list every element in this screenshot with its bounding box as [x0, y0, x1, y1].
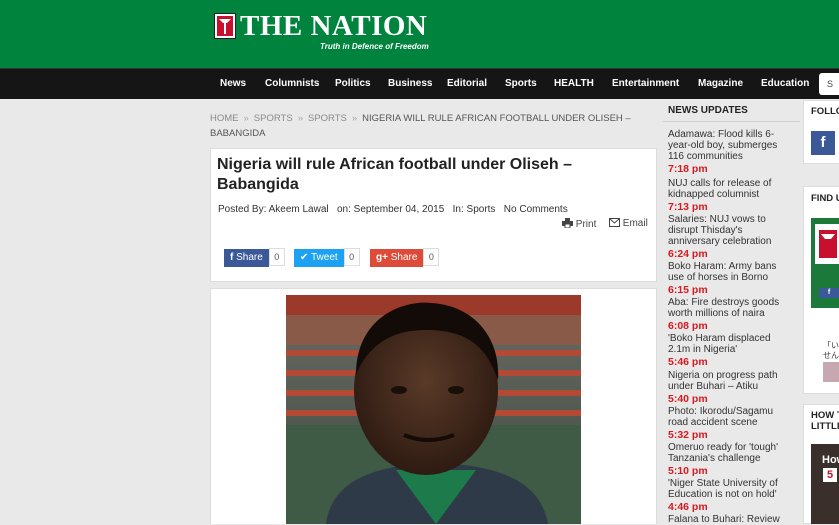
- email-label: Email: [622, 218, 648, 229]
- news-headline[interactable]: NUJ calls for release of kidnapped colum…: [668, 178, 793, 200]
- news-time: 7:13 pm: [668, 201, 708, 213]
- facebook-share-button[interactable]: f Share 0: [224, 248, 285, 267]
- google-plus-share-button[interactable]: g+ Share 0: [370, 248, 440, 267]
- breadcrumb-sports-2[interactable]: SPORTS: [308, 113, 347, 124]
- article-meta: Posted By: Akeem Lawal on: September 04,…: [218, 204, 568, 215]
- google-plus-share-count: 0: [423, 248, 440, 266]
- post-date: on: September 04, 2015: [336, 204, 445, 215]
- news-update-item[interactable]: Adamawa: Flood kills 6-year-old boy, sub…: [668, 129, 793, 175]
- news-time: 5:10 pm: [668, 465, 708, 477]
- profile-thumbnail[interactable]: [823, 362, 839, 382]
- print-label: Print: [575, 219, 597, 230]
- twitter-bird-icon: ✔: [300, 252, 309, 263]
- nav-item-business[interactable]: Business: [388, 69, 432, 99]
- facebook-like-icon[interactable]: f: [819, 288, 839, 298]
- search-input[interactable]: S: [819, 73, 839, 95]
- site-header: THE NATION Truth in Defence of Freedom: [0, 0, 839, 68]
- nav-item-magazine[interactable]: Magazine: [698, 69, 743, 99]
- category-label: In:: [452, 204, 464, 215]
- news-time: 6:15 pm: [668, 284, 708, 296]
- news-updates-title: NEWS UPDATES: [668, 105, 748, 116]
- find-us-title: FIND U: [811, 193, 839, 204]
- nav-item-editorial[interactable]: Editorial: [447, 69, 487, 99]
- twitter-tweet-button[interactable]: ✔ Tweet 0: [294, 248, 360, 267]
- news-time: 5:40 pm: [668, 393, 708, 405]
- news-update-item[interactable]: 'Niger State University of Education is …: [668, 478, 793, 513]
- google-plus-share-label: g+ Share: [370, 249, 424, 267]
- news-time: 5:32 pm: [668, 429, 708, 441]
- author-link[interactable]: Akeem Lawal: [269, 204, 329, 215]
- breadcrumb: HOME» SPORTS» SPORTS» NIGERIA WILL RULE AFR…: [210, 111, 650, 141]
- facebook-share-label: f Share: [224, 249, 269, 267]
- envelope-icon: [609, 218, 623, 229]
- news-headline[interactable]: Photo: Ikorodu/Sagamu road accident scen…: [668, 406, 793, 428]
- chevron-right-icon: »: [297, 113, 303, 124]
- breadcrumb-home[interactable]: HOME: [210, 113, 239, 124]
- follow-us-title: FOLLO: [811, 106, 839, 117]
- nav-item-education[interactable]: Education: [761, 69, 809, 99]
- nav-item-columnists[interactable]: Columnists: [265, 69, 319, 99]
- breadcrumb-sports[interactable]: SPORTS: [254, 113, 293, 124]
- news-time: 5:46 pm: [668, 356, 708, 368]
- nav-item-health[interactable]: HEALTH: [554, 69, 594, 99]
- news-update-item[interactable]: NUJ calls for release of kidnapped colum…: [668, 178, 793, 213]
- tweet-count: 0: [343, 248, 360, 266]
- email-button[interactable]: Email: [609, 218, 648, 229]
- facebook-icon: f: [230, 252, 234, 263]
- news-update-item[interactable]: Boko Haram: Army bans use of horses in B…: [668, 261, 793, 296]
- news-updates-divider: [663, 121, 800, 122]
- nation-logo-icon[interactable]: [214, 13, 236, 39]
- facebook-caption-2: せん: [823, 351, 839, 360]
- facebook-share-count: 0: [268, 248, 285, 266]
- article-title: Nigeria will rule African football under…: [217, 156, 573, 193]
- news-time: 6:08 pm: [668, 320, 708, 332]
- print-button[interactable]: Print: [562, 218, 596, 230]
- main-nav: News Columnists Politics Business Editor…: [0, 68, 839, 99]
- video-widget-title: HOW T: [811, 410, 839, 421]
- news-update-item[interactable]: 'Boko Haram displaced 2.1m in Nigeria' 5…: [668, 333, 793, 368]
- news-headline[interactable]: Falana to Buhari: Review: [668, 514, 793, 525]
- nav-item-sports[interactable]: Sports: [505, 69, 537, 99]
- site-tagline: Truth in Defence of Freedom: [320, 42, 429, 51]
- news-update-item[interactable]: Nigeria on progress path under Buhari – …: [668, 370, 793, 405]
- category-link[interactable]: Sports: [467, 204, 496, 215]
- news-headline[interactable]: 'Niger State University of Education is …: [668, 478, 793, 500]
- news-headline[interactable]: Salaries: NUJ vows to disrupt Thisday's …: [668, 214, 793, 247]
- nav-item-politics[interactable]: Politics: [335, 69, 371, 99]
- news-headline[interactable]: Adamawa: Flood kills 6-year-old boy, sub…: [668, 129, 793, 162]
- nav-item-news[interactable]: News: [220, 69, 246, 99]
- news-headline[interactable]: 'Boko Haram displaced 2.1m in Nigeria': [668, 333, 793, 355]
- chevron-right-icon: »: [351, 113, 358, 124]
- news-update-item[interactable]: Photo: Ikorodu/Sagamu road accident scen…: [668, 406, 793, 441]
- news-update-item[interactable]: Omeruo ready for 'tough' Tanzania's chal…: [668, 442, 793, 477]
- facebook-icon[interactable]: f: [811, 131, 835, 155]
- video-thumbnail[interactable]: How 5: [811, 444, 839, 524]
- tweet-label: ✔ Tweet: [294, 249, 344, 267]
- chevron-right-icon: »: [243, 113, 249, 124]
- video-thumbnail-number: 5: [823, 468, 837, 482]
- news-time: 4:46 pm: [668, 501, 708, 513]
- article-photo[interactable]: [286, 295, 581, 524]
- comments-link[interactable]: No Comments: [504, 204, 568, 215]
- news-update-item[interactable]: Salaries: NUJ vows to disrupt Thisday's …: [668, 214, 793, 260]
- news-time: 7:18 pm: [668, 163, 708, 175]
- posted-by-label: Posted By:: [218, 204, 267, 215]
- news-update-item[interactable]: Falana to Buhari: Review: [668, 514, 793, 525]
- news-headline[interactable]: Aba: Fire destroys goods worth millions …: [668, 297, 793, 319]
- facebook-page-thumbnail[interactable]: f: [811, 218, 839, 308]
- google-plus-icon: g+: [376, 252, 388, 263]
- site-logo-text[interactable]: THE NATION: [240, 10, 427, 42]
- news-headline[interactable]: Nigeria on progress path under Buhari – …: [668, 370, 793, 392]
- news-update-item[interactable]: Aba: Fire destroys goods worth millions …: [668, 297, 793, 332]
- printer-icon: [562, 218, 576, 230]
- nation-logo-icon: [815, 224, 839, 264]
- news-headline[interactable]: Boko Haram: Army bans use of horses in B…: [668, 261, 793, 283]
- nav-item-entertainment[interactable]: Entertainment: [612, 69, 679, 99]
- video-thumbnail-text: How: [822, 454, 839, 466]
- video-widget-title-2: LITTLI: [811, 421, 839, 432]
- news-time: 6:24 pm: [668, 248, 708, 260]
- news-headline[interactable]: Omeruo ready for 'tough' Tanzania's chal…: [668, 442, 793, 464]
